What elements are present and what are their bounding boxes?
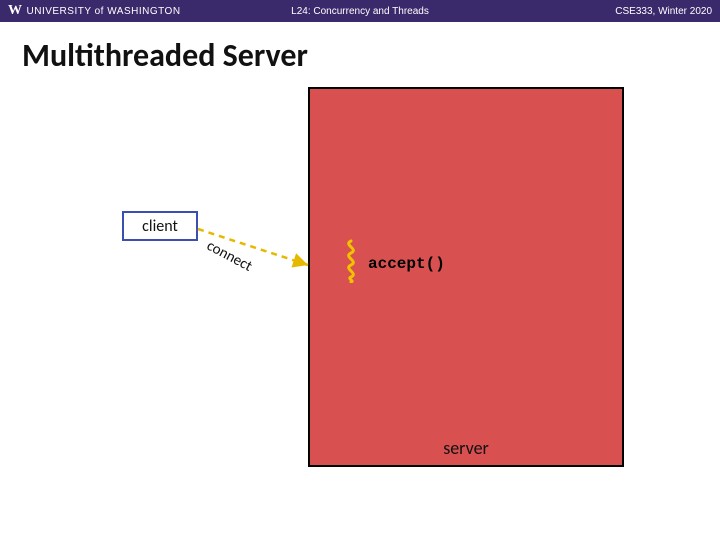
university-logo: W UNIVERSITY of WASHINGTON bbox=[8, 3, 181, 19]
footer: 6 bbox=[0, 523, 720, 540]
course-code: CSE333, Winter 2020 bbox=[615, 6, 712, 17]
slide-title: Multithreaded Server bbox=[0, 22, 720, 83]
connect-label: connect bbox=[204, 237, 255, 276]
client-box: client bbox=[122, 211, 198, 241]
client-label: client bbox=[142, 217, 178, 236]
university-name: UNIVERSITY of WASHINGTON bbox=[27, 6, 181, 17]
slide-header: W UNIVERSITY of WASHINGTON L24: Concurre… bbox=[0, 0, 720, 22]
uw-w-icon: W bbox=[8, 3, 23, 19]
server-box: server bbox=[308, 87, 624, 467]
server-label: server bbox=[443, 437, 489, 459]
diagram-canvas: server client connect accept() bbox=[0, 83, 720, 523]
accept-label: accept() bbox=[368, 255, 445, 273]
lecture-title: L24: Concurrency and Threads bbox=[291, 6, 429, 17]
